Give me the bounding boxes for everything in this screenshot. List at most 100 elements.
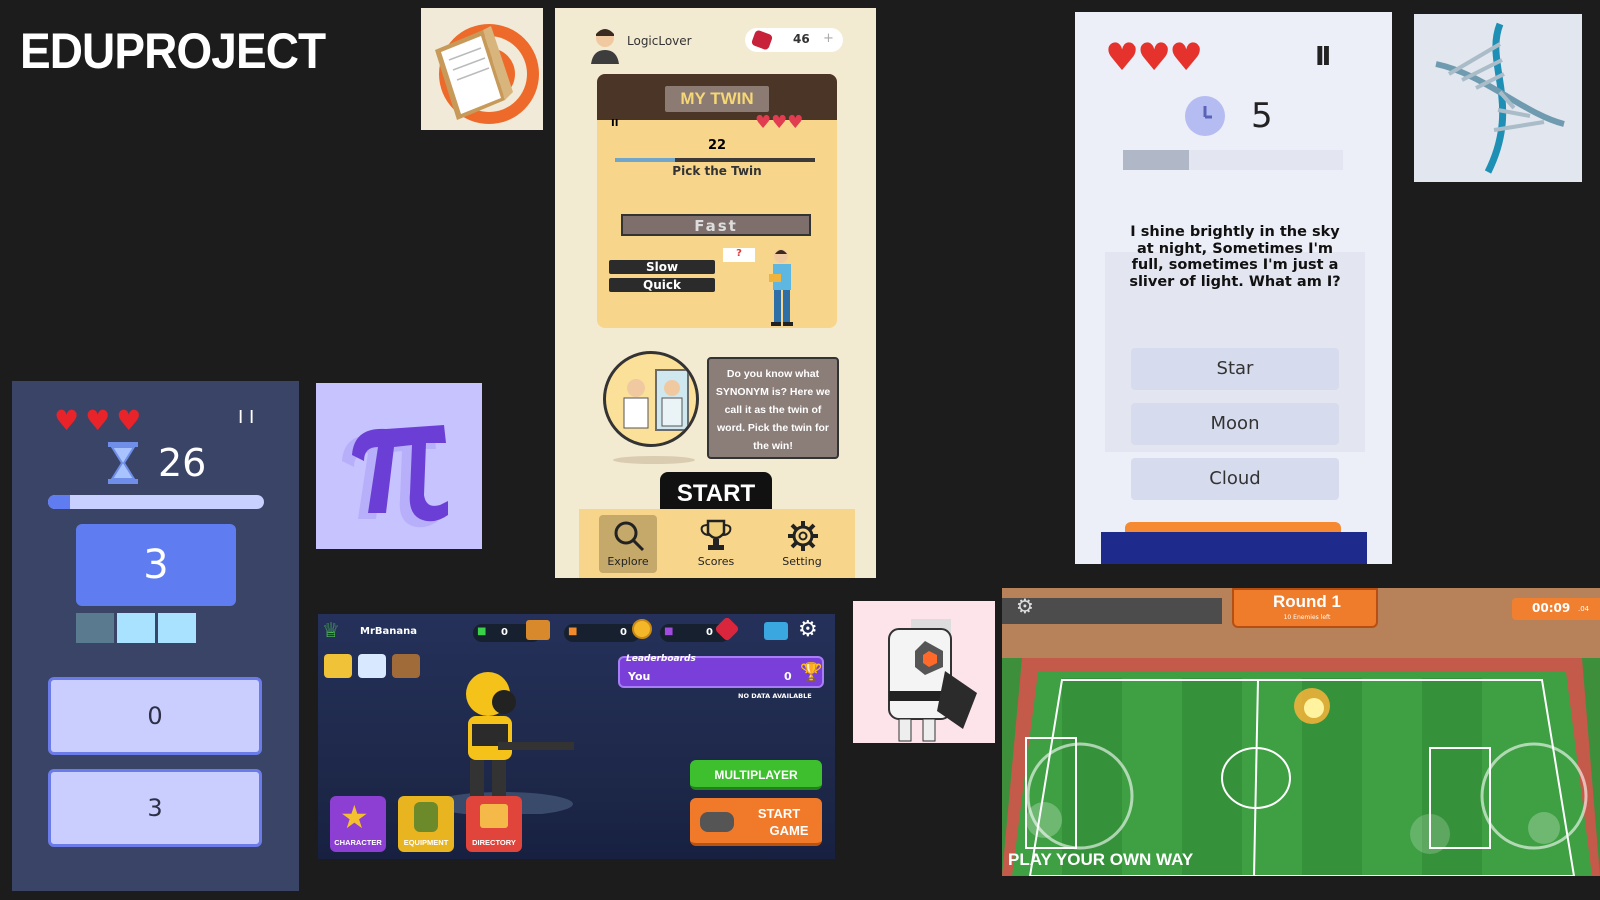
nav-label: Scores — [697, 555, 735, 568]
digit-blocks — [76, 613, 196, 643]
mirror-illustration — [603, 351, 699, 447]
shop-icon[interactable] — [324, 654, 352, 678]
start-button[interactable]: START — [660, 472, 772, 512]
math-game-panel: ♥♥♥ I I 26 3 0 3 — [12, 381, 299, 891]
calendar-icon[interactable] — [358, 654, 386, 678]
pi-icon[interactable] — [316, 383, 482, 549]
match-timer: 00:09 .04 — [1512, 598, 1600, 620]
preview-hearts: ♥♥♥ — [755, 112, 804, 133]
timer-value: 00:09 — [1532, 601, 1571, 615]
pause-button[interactable]: I I — [238, 407, 254, 428]
currency-value: 0 — [501, 627, 508, 638]
menu-label: CHARACTER — [334, 838, 382, 847]
soldier-character — [428, 664, 578, 816]
leaderboard-title: Leaderboards — [626, 654, 696, 664]
search-icon — [612, 519, 646, 553]
nav-setting[interactable]: Setting — [773, 515, 831, 573]
choice-quick[interactable]: Quick — [609, 278, 715, 292]
round-banner: Round 1 10 Enemies left — [1232, 588, 1378, 628]
game-label: GAME — [769, 823, 809, 838]
menu-directory[interactable]: DIRECTORY — [466, 796, 522, 852]
ground-blue — [1101, 532, 1367, 564]
settings-icon[interactable]: ⚙ — [1016, 594, 1034, 618]
gear-icon[interactable]: ⚙ — [798, 618, 822, 642]
lives-hearts: ♥♥♥ — [54, 404, 148, 437]
menu-equipment[interactable]: EQUIPMENT — [398, 796, 454, 852]
start-label: START — [757, 806, 801, 821]
bottom-nav: Explore Scores Setting — [579, 509, 855, 578]
answer-moon[interactable]: Moon — [1131, 403, 1339, 445]
thinking-person-illustration — [757, 246, 807, 328]
gem-counter: 46 + — [745, 28, 843, 52]
menu-label: EQUIPMENT — [403, 838, 449, 847]
preview-word: Fast — [621, 214, 811, 236]
preview-card: MY TWIN II ♥♥♥ 22 Pick the Twin Fast Slo… — [597, 74, 837, 328]
menu-label: DIRECTORY — [472, 838, 516, 847]
backpack-icon — [414, 802, 438, 832]
trophy-icon: 🏆 — [800, 662, 823, 683]
soccer-game-panel: ⚙ Round 1 10 Enemies left 00:09 .04 PLAY… — [1002, 588, 1600, 876]
chest-icon — [526, 620, 550, 640]
mail-icon[interactable] — [764, 622, 788, 640]
quick-icons — [324, 654, 424, 680]
riddle-game-panel: ♥♥♥ II 5 I shine brightly in the sky at … — [1075, 12, 1392, 564]
username: LogicLover — [627, 34, 692, 48]
chest-reward-icon[interactable] — [392, 654, 420, 678]
time-progress-fill — [48, 495, 70, 509]
question-value: 3 — [143, 542, 169, 588]
time-progress-bar — [1123, 150, 1343, 170]
nav-explore[interactable]: Explore — [599, 515, 657, 573]
preview-count: 22 — [707, 138, 727, 153]
nav-label: Explore — [607, 555, 649, 568]
answer-option[interactable]: 3 — [48, 769, 262, 847]
folder-icon — [480, 804, 508, 828]
game-description: Do you know what SYNONYM is? Here we cal… — [707, 357, 839, 459]
gem-count: 46 — [793, 32, 810, 46]
leaderboard-score: 0 — [784, 670, 792, 683]
choice-slow[interactable]: Slow — [609, 260, 715, 274]
digit-block — [158, 613, 196, 643]
answer-label: 0 — [147, 702, 163, 730]
digit-block — [76, 613, 114, 643]
answer-label: 3 — [147, 794, 163, 822]
nav-label: Setting — [782, 555, 822, 568]
coin-icon — [632, 619, 652, 639]
gear-icon — [786, 519, 820, 553]
shooter-game-panel: ♕ MrBanana ■ 0 ■ 0 ■ 0 ⚙ Leaderboards Yo… — [318, 614, 835, 859]
nav-scores[interactable]: Scores — [687, 515, 745, 573]
dna-icon[interactable] — [1414, 14, 1582, 182]
leaderboard-card[interactable]: Leaderboards You 0 🏆 — [618, 654, 824, 688]
lives-hearts: ♥♥♥ — [1105, 35, 1203, 79]
star-icon: ★ — [340, 798, 369, 836]
timer-value: 26 — [158, 441, 207, 485]
start-game-button[interactable]: START GAME — [690, 798, 822, 846]
preview-progress — [615, 158, 815, 162]
pause-button[interactable]: II — [1315, 42, 1331, 72]
question-bubble: ? — [723, 248, 755, 262]
currency-value: 0 — [706, 627, 713, 638]
round-subtitle: 10 Enemies left — [1283, 614, 1331, 621]
gamepad-icon — [700, 812, 734, 832]
hourglass-icon — [106, 441, 140, 485]
wreath-icon: ♕ — [322, 618, 340, 642]
menu-character[interactable]: ★ CHARACTER — [330, 796, 386, 852]
question-card: 3 — [76, 524, 236, 606]
multiplayer-button[interactable]: MULTIPLAYER — [690, 760, 822, 790]
time-progress-bar — [48, 495, 264, 509]
book-target-icon[interactable] — [421, 8, 543, 130]
answer-star[interactable]: Star — [1131, 348, 1339, 390]
clock-icon — [1185, 96, 1225, 136]
answer-option[interactable]: 0 — [48, 677, 262, 755]
currency-value: 0 — [620, 627, 627, 638]
player-name: MrBanana — [360, 626, 417, 637]
tagline: PLAY YOUR OWN WAY — [1008, 850, 1194, 869]
digit-block — [117, 613, 155, 643]
currency-coins: ■ 0 — [564, 624, 640, 642]
preview-pause: II — [611, 118, 619, 129]
robot-icon[interactable] — [853, 601, 995, 743]
time-progress-fill — [1123, 150, 1189, 170]
trophy-icon — [698, 519, 734, 553]
add-gems-button[interactable]: + — [823, 31, 834, 46]
twin-game-panel: LogicLover 46 + MY TWIN II ♥♥♥ 22 Pick t… — [555, 8, 876, 578]
answer-cloud[interactable]: Cloud — [1131, 458, 1339, 500]
